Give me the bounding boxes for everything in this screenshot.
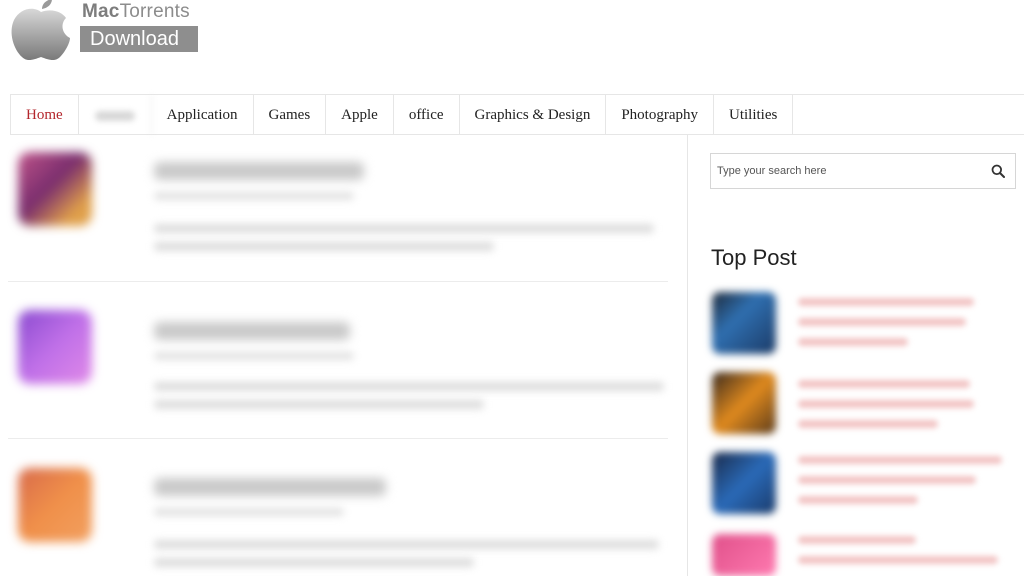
- post-item[interactable]: [8, 448, 668, 576]
- brand-download-label: Download: [80, 26, 198, 52]
- top-post-title-blurred[interactable]: [798, 298, 974, 306]
- search-box: [710, 153, 1016, 189]
- top-post-thumbnail[interactable]: [712, 372, 776, 434]
- site-logo[interactable]: MacTorrents Download: [8, 0, 198, 62]
- post-item[interactable]: [8, 136, 668, 292]
- nav-item-apple[interactable]: Apple: [326, 95, 394, 135]
- page: MacTorrents Download Home Application Ga…: [0, 0, 1024, 576]
- post-meta-blurred: [154, 508, 344, 516]
- post-excerpt-blurred: [154, 540, 659, 549]
- brand-name-part1: Mac: [82, 1, 120, 22]
- post-thumbnail[interactable]: [18, 152, 92, 226]
- post-excerpt-blurred: [154, 400, 484, 409]
- nav-item-games[interactable]: Games: [254, 95, 327, 135]
- top-post-title-blurred[interactable]: [798, 338, 908, 346]
- top-post-title-blurred[interactable]: [798, 496, 918, 504]
- post-meta-blurred: [154, 352, 354, 360]
- post-meta-blurred: [154, 192, 354, 200]
- brand-name-part2: Torrents: [119, 1, 190, 22]
- nav-item-utilities[interactable]: Utilities: [714, 95, 794, 135]
- search-icon[interactable]: [991, 164, 1005, 178]
- post-item[interactable]: [8, 292, 668, 448]
- nav-item-graphics-design[interactable]: Graphics & Design: [460, 95, 607, 135]
- top-post-thumbnail[interactable]: [712, 534, 776, 576]
- top-post-title-blurred[interactable]: [798, 318, 966, 326]
- nav-item-office[interactable]: office: [394, 95, 460, 135]
- post-excerpt-blurred: [154, 242, 494, 251]
- post-separator: [8, 438, 668, 439]
- top-post-title-blurred[interactable]: [798, 456, 1002, 464]
- post-list: [8, 136, 668, 576]
- post-excerpt-blurred: [154, 382, 664, 391]
- top-post-item[interactable]: [710, 292, 1010, 362]
- top-post-title-blurred[interactable]: [798, 556, 998, 564]
- nav-item-application[interactable]: Application: [152, 95, 254, 135]
- content-sidebar-divider: [687, 135, 688, 576]
- top-post-title-blurred[interactable]: [798, 420, 938, 428]
- top-post-title-blurred[interactable]: [798, 536, 916, 544]
- post-title-blurred[interactable]: [154, 478, 386, 496]
- post-thumbnail[interactable]: [18, 468, 92, 542]
- top-post-title-blurred[interactable]: [798, 400, 974, 408]
- post-separator: [8, 281, 668, 282]
- post-excerpt-blurred: [154, 224, 654, 233]
- post-excerpt-blurred: [154, 558, 474, 567]
- main-nav: Home Application Games Apple office Grap…: [10, 94, 1024, 135]
- blurred-label-placeholder: [94, 110, 135, 121]
- top-post-title-blurred[interactable]: [798, 380, 970, 388]
- brand-name: MacTorrents: [82, 1, 190, 23]
- post-title-blurred[interactable]: [154, 162, 364, 180]
- search-input[interactable]: [711, 154, 981, 188]
- top-post-title-blurred[interactable]: [798, 476, 976, 484]
- post-title-blurred[interactable]: [154, 322, 350, 340]
- top-post-item[interactable]: [710, 534, 1010, 576]
- nav-item-photography[interactable]: Photography: [606, 95, 715, 135]
- apple-logo-icon: [11, 0, 70, 61]
- top-post-item[interactable]: [710, 452, 1010, 522]
- top-post-item[interactable]: [710, 372, 1010, 442]
- nav-item-blurred[interactable]: [79, 95, 152, 135]
- nav-item-home[interactable]: Home: [10, 95, 79, 135]
- post-thumbnail[interactable]: [18, 310, 92, 384]
- top-post-thumbnail[interactable]: [712, 452, 776, 514]
- top-post-heading: Top Post: [711, 245, 797, 270]
- top-post-thumbnail[interactable]: [712, 292, 776, 354]
